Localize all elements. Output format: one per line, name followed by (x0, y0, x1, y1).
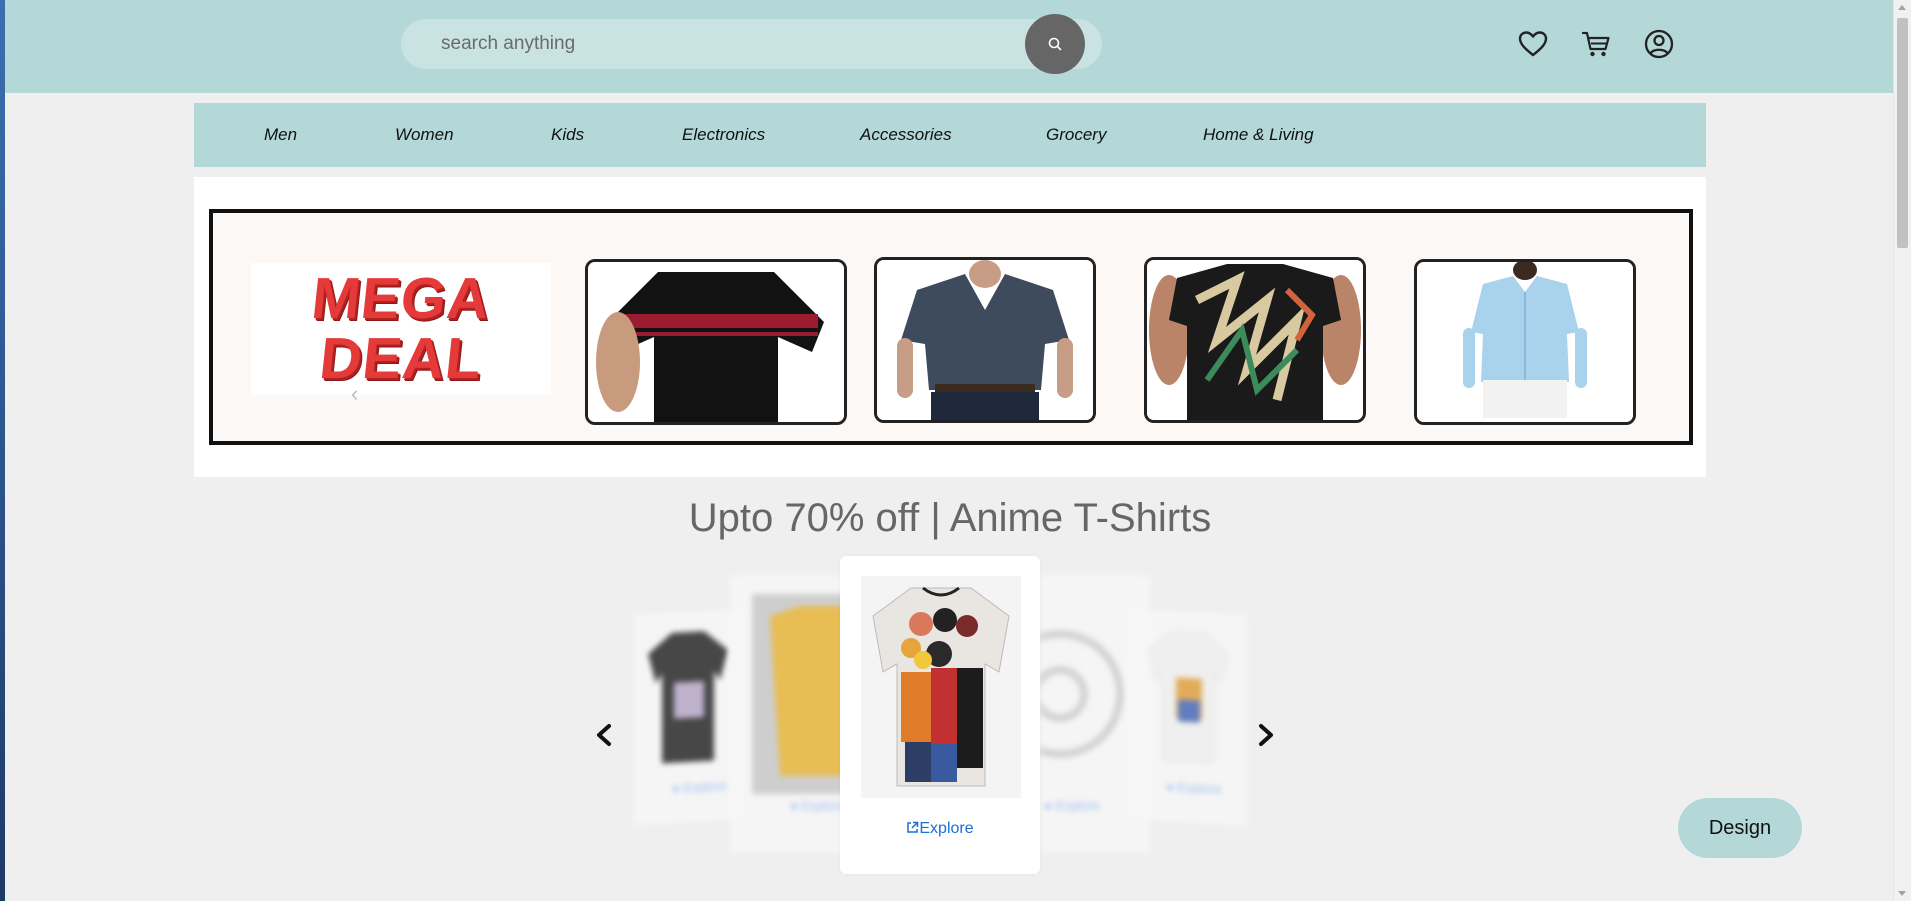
carousel-item-active[interactable]: Explore (840, 556, 1040, 874)
banner-product-3[interactable] (1144, 257, 1366, 423)
user-icon (1644, 29, 1674, 59)
search-bar (401, 14, 1102, 74)
banner-product-4[interactable] (1414, 259, 1636, 425)
scroll-up-icon[interactable] (1898, 5, 1906, 10)
heart-icon (1518, 31, 1548, 57)
chevron-right-icon (1259, 724, 1273, 746)
search-icon (1048, 37, 1062, 51)
category-kids[interactable]: Kids (551, 103, 584, 167)
external-link-icon (907, 821, 919, 833)
search-input[interactable] (441, 19, 1001, 69)
slider-prev-icon[interactable]: ‹ (351, 381, 358, 407)
mega-deal-line-1: MEGA (308, 266, 494, 331)
site-header (5, 0, 1894, 93)
wishlist-button[interactable] (1517, 28, 1549, 60)
tshirt-image (588, 262, 844, 422)
ghost-explore-link: ● Explore (790, 798, 846, 813)
carousel-item-left[interactable]: ● Explore (730, 576, 848, 852)
explore-label: Explore (919, 820, 974, 837)
mega-deal-image: MEGA DEAL ‹ (251, 263, 551, 406)
anime-tshirt-image (861, 576, 1021, 798)
section-title: Upto 70% off | Anime T-Shirts (688, 496, 1212, 540)
ghost-explore-link: ● Explore (1044, 798, 1100, 813)
banner-product-1[interactable] (585, 259, 847, 425)
category-accessories[interactable]: Accessories (860, 103, 952, 167)
carousel-item-left-far[interactable]: ● Explore (634, 609, 742, 825)
promo-banner: MEGA DEAL ‹ (194, 177, 1706, 477)
category-men[interactable]: Men (264, 103, 297, 167)
shirt-image (1417, 262, 1633, 422)
design-button[interactable]: Design (1678, 798, 1802, 858)
carousel-item-right-far[interactable]: ● Explore (1128, 608, 1246, 826)
category-grocery[interactable]: Grocery (1046, 103, 1106, 167)
search-button[interactable] (1025, 14, 1085, 74)
carousel-next-button[interactable] (1251, 720, 1281, 750)
tshirt-image (1147, 260, 1363, 420)
category-women[interactable]: Women (395, 103, 454, 167)
banner-slider[interactable]: MEGA DEAL ‹ (209, 209, 1693, 445)
ghost-explore-link: ● Explore (672, 777, 728, 796)
carousel-prev-button[interactable] (589, 720, 619, 750)
scroll-down-icon[interactable] (1898, 891, 1906, 896)
desktop-edge (0, 0, 5, 901)
ghost-explore-link: ● Explore (1166, 778, 1222, 797)
scroll-thumb[interactable] (1897, 18, 1908, 248)
category-electronics[interactable]: Electronics (682, 103, 765, 167)
chevron-left-icon (597, 724, 611, 746)
category-nav: Men Women Kids Electronics Accessories G… (194, 103, 1706, 167)
tshirt-image (877, 260, 1093, 420)
page-scrollbar[interactable] (1893, 0, 1911, 901)
account-button[interactable] (1643, 28, 1675, 60)
banner-product-2[interactable] (874, 257, 1096, 423)
mega-deal-line-2: DEAL (316, 326, 486, 391)
cart-button[interactable] (1580, 28, 1612, 60)
explore-link[interactable]: Explore (840, 820, 1040, 838)
category-home-living[interactable]: Home & Living (1203, 103, 1314, 167)
cart-icon (1581, 31, 1610, 57)
